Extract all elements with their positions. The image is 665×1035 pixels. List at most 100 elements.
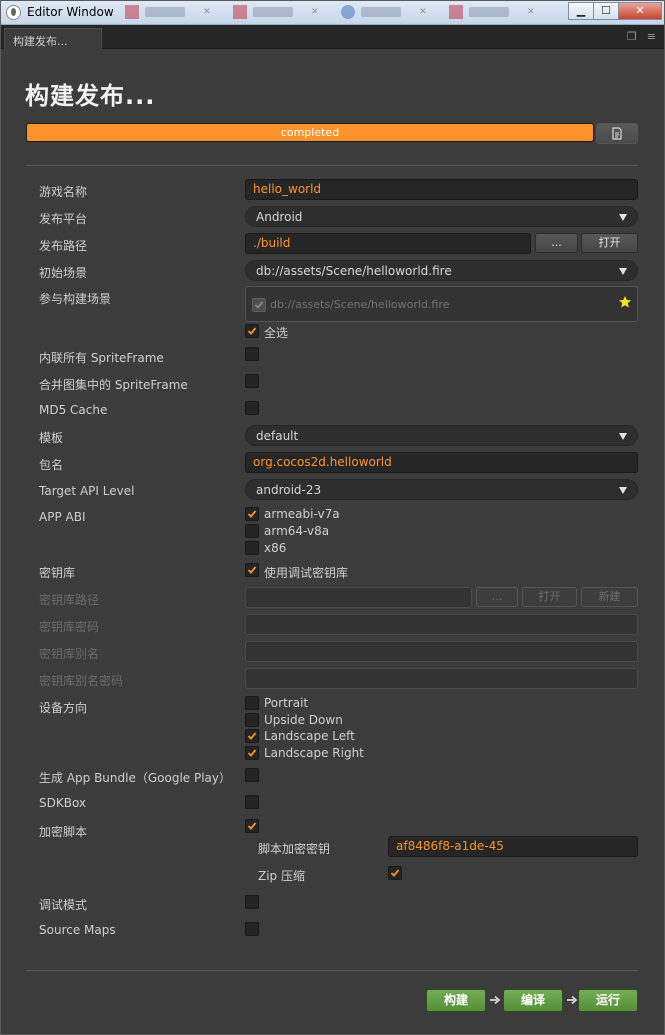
start-scene-value: db://assets/Scene/helloworld.fire: [256, 264, 452, 278]
abi-arm64-v8a-label: arm64-v8a: [264, 524, 330, 538]
keystore-path-input: [245, 587, 472, 608]
window-controls: ▁ ☐ ✕: [568, 2, 662, 20]
orientation-upside-down-label: Upside Down: [264, 713, 343, 727]
abi-x86-checkbox[interactable]: [245, 541, 259, 555]
source-maps-checkbox[interactable]: [245, 922, 259, 936]
orientation-upside-down-checkbox[interactable]: [245, 713, 259, 727]
build-path-label: 发布路径: [39, 239, 88, 253]
encrypt-key-label: 脚本加密密钥: [258, 842, 331, 856]
check-icon: [247, 327, 257, 335]
dropdown-arrow-icon: [619, 214, 627, 221]
encrypt-js-checkbox[interactable]: [245, 819, 259, 833]
template-value: default: [256, 429, 299, 443]
panel-tab-strip: 构建发布... ❐ ≡: [1, 25, 664, 49]
abi-armeabi-v7a-checkbox[interactable]: [245, 507, 259, 521]
build-path-browse-button[interactable]: ...: [535, 233, 578, 253]
background-window-tab: ✕: [233, 5, 328, 21]
select-all-checkbox[interactable]: [245, 324, 259, 338]
keystore-alias-password-input: [245, 668, 638, 689]
included-scenes-label: 参与构建场景: [39, 292, 112, 306]
minimize-button[interactable]: ▁: [568, 2, 594, 20]
title-bar: Editor Window ✕ ✕ ✕ ✕ ▁ ☐ ✕: [1, 1, 664, 25]
abi-arm64-v8a-checkbox[interactable]: [245, 524, 259, 538]
keystore-new-button: 新建: [581, 587, 638, 607]
keystore-alias-input: [245, 641, 638, 662]
inline-spriteframe-checkbox[interactable]: [245, 347, 259, 361]
build-button[interactable]: 构建: [426, 989, 486, 1012]
encrypt-key-input[interactable]: af8486f8-a1de-45: [388, 836, 638, 857]
scene-checkbox: [252, 298, 266, 312]
orientation-landscape-left-checkbox[interactable]: [245, 729, 259, 743]
orientation-landscape-right-label: Landscape Right: [264, 746, 364, 760]
md5-cache-label: MD5 Cache: [39, 403, 108, 417]
debug-mode-checkbox[interactable]: [245, 895, 259, 909]
close-button[interactable]: ✕: [618, 2, 662, 20]
arrow-right-icon: [490, 995, 501, 1005]
platform-label: 发布平台: [39, 212, 88, 226]
compile-button[interactable]: 编译: [503, 989, 563, 1012]
start-scene-select[interactable]: db://assets/Scene/helloworld.fire: [245, 260, 638, 281]
use-debug-keystore-checkbox[interactable]: [245, 563, 259, 577]
app-bundle-checkbox[interactable]: [245, 768, 259, 782]
target-api-label: Target API Level: [39, 484, 135, 498]
game-name-label: 游戏名称: [39, 185, 88, 199]
menu-icon[interactable]: ≡: [647, 30, 656, 43]
keystore-password-input: [245, 614, 638, 635]
zip-compress-label: Zip 压缩: [258, 869, 305, 883]
check-icon: [247, 732, 257, 740]
abi-armeabi-v7a-label: armeabi-v7a: [264, 507, 340, 521]
keystore-alias-password-label: 密钥库别名密码: [39, 674, 124, 688]
keystore-path-label: 密钥库路径: [39, 593, 100, 607]
background-window-tab: ✕: [449, 5, 544, 21]
dropdown-arrow-icon: [619, 268, 627, 275]
check-icon: [390, 869, 400, 877]
platform-value: Android: [256, 210, 303, 224]
open-log-button[interactable]: [596, 123, 638, 144]
build-path-open-button[interactable]: 打开: [581, 233, 638, 253]
star-icon: [619, 296, 631, 308]
background-window-tab: ✕: [341, 5, 436, 21]
check-icon: [247, 749, 257, 757]
panel-actions: ❐ ≡: [627, 30, 656, 43]
progress-text: completed: [280, 126, 340, 139]
orientation-landscape-right-checkbox[interactable]: [245, 746, 259, 760]
popout-icon[interactable]: ❐: [627, 30, 637, 43]
sdkbox-checkbox[interactable]: [245, 795, 259, 809]
keystore-label: 密钥库: [39, 566, 76, 580]
zip-compress-checkbox[interactable]: [388, 866, 402, 880]
start-scene-label: 初始场景: [39, 266, 88, 280]
target-api-select[interactable]: android-23: [245, 479, 638, 500]
keystore-alias-label: 密钥库别名: [39, 647, 100, 661]
tab-build-publish[interactable]: 构建发布...: [4, 28, 102, 49]
md5-cache-checkbox[interactable]: [245, 401, 259, 415]
encrypt-js-label: 加密脚本: [39, 825, 88, 839]
build-path-input[interactable]: ./build: [245, 233, 531, 254]
keystore-password-label: 密钥库密码: [39, 620, 100, 634]
merge-spriteframe-checkbox[interactable]: [245, 374, 259, 388]
select-all-label: 全选: [264, 326, 289, 340]
platform-select[interactable]: Android: [245, 206, 638, 227]
dropdown-arrow-icon: [619, 487, 627, 494]
app-icon: [6, 5, 21, 20]
keystore-path-open-button: 打开: [522, 587, 577, 607]
orientation-label: 设备方向: [39, 701, 88, 715]
check-icon: [247, 566, 257, 574]
merge-spriteframe-label: 合并图集中的 SpriteFrame: [39, 378, 188, 392]
window-title: Editor Window: [27, 5, 114, 19]
game-name-input[interactable]: hello_world: [245, 179, 638, 200]
included-scenes-list: db://assets/Scene/helloworld.fire: [245, 286, 638, 322]
check-icon: [247, 822, 257, 830]
divider-bottom: [26, 970, 638, 971]
package-name-input[interactable]: org.cocos2d.helloworld: [245, 452, 638, 473]
orientation-portrait-checkbox[interactable]: [245, 696, 259, 710]
run-button[interactable]: 运行: [578, 989, 638, 1012]
source-maps-label: Source Maps: [39, 923, 116, 937]
abi-x86-label: x86: [264, 541, 287, 555]
build-panel: 构建发布... completed 游戏名称 hello_world 发布平台 …: [1, 49, 664, 1034]
maximize-button[interactable]: ☐: [593, 2, 619, 20]
template-select[interactable]: default: [245, 425, 638, 446]
check-icon: [254, 301, 264, 309]
page-title: 构建发布...: [25, 82, 156, 110]
editor-window: Editor Window ✕ ✕ ✕ ✕ ▁ ☐ ✕ 构建发布... ❐ ≡ …: [0, 0, 665, 1035]
build-progress-bar: completed: [26, 123, 594, 142]
